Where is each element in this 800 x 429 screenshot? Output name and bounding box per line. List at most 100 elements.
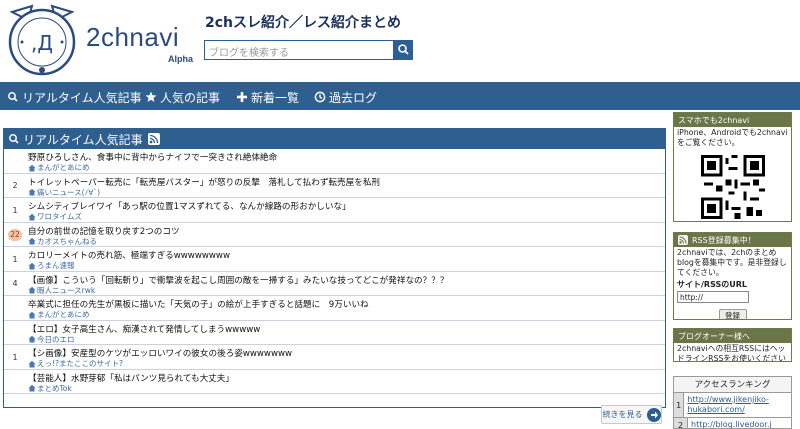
nav-item-label: 人気の記事: [160, 90, 221, 105]
star-icon: [145, 91, 157, 103]
list-item[interactable]: 1 カロリーメイトの売れ筋、極端すぎるwwwwwwww ろまん速報: [4, 247, 665, 272]
article-source[interactable]: えっ!?またここのサイト?: [28, 358, 123, 369]
nav-item-label: 過去ログ: [329, 90, 378, 105]
home-icon: [28, 311, 36, 318]
ranking-row[interactable]: 1 http://www.jikenjiko-hukabori.com/: [674, 393, 791, 418]
rss-url-input[interactable]: http://: [677, 291, 749, 303]
ranking-link[interactable]: http://www.jikenjiko-hukabori.com/: [684, 393, 791, 417]
panel-heading: スマホでも2chnavi: [674, 113, 791, 127]
search-icon: [7, 91, 19, 103]
source-name: まんがとあにめ: [37, 163, 90, 172]
svg-text:,Д: ,Д: [31, 31, 53, 55]
list-item[interactable]: 野原ひろしさん、食事中に背中からナイフで一突きされ絶体絶命 まんがとあにめ: [4, 149, 665, 174]
panel-heading: ブログオーナー様へ: [674, 329, 791, 343]
article-source[interactable]: ろまん速報: [28, 260, 75, 271]
comment-count: [6, 296, 24, 320]
nav-item-new[interactable]: 新着一覧: [236, 89, 299, 105]
site-title: 2chスレ紹介／レス紹介まとめ: [205, 15, 402, 31]
comment-count: [6, 149, 24, 173]
more-button[interactable]: 続きを見る: [601, 405, 662, 424]
article-source[interactable]: まんがとあにめ: [28, 309, 90, 320]
list-item[interactable]: 1 【シ画像】安産型のケツがエッロいワイの彼女の後ろ姿wwwwwww えっ!?ま…: [4, 345, 665, 370]
blog-owner-panel: ブログオーナー様へ 2chnaviへの相互RSSにはヘッドラインRSSをお使いく…: [673, 328, 792, 362]
list-item[interactable]: 2 トイレットペーパー転売に「転売屋バスター」が怒りの反撃 落札して払わず転売屋…: [4, 174, 665, 198]
register-button[interactable]: 登録: [718, 309, 747, 319]
source-name: えっ!?またここのサイト?: [37, 359, 123, 368]
comment-count: [6, 321, 24, 345]
source-name: カオスちゃんねる: [37, 236, 97, 246]
rank-number: 1: [674, 393, 685, 417]
list-item[interactable]: 卒業式に担任の先生が黒板に描いた「天気の子」の絵が上手すぎると話題に 9万いいね…: [4, 296, 665, 321]
article-source[interactable]: 痛いニュース(ﾉ∀`): [28, 187, 100, 198]
home-icon: [28, 237, 36, 245]
rss-registration-panel: RSS登録募集中！ 2chnaviでは、2chのまとめblogを募集中です。是非…: [673, 232, 792, 320]
panel-text: 2chnaviへの相互RSSにはヘッドラインRSSをお使いください: [677, 344, 786, 362]
site-header: ,Д 2chnavi Alpha 2chスレ紹介／レス紹介まとめ ブログを検索す…: [0, 0, 800, 80]
search-icon: [9, 134, 19, 144]
source-name: 今日のエロ: [37, 334, 75, 344]
main-nav: リアルタイム人気記事 人気の記事 新着一覧 過去ログ: [0, 82, 800, 112]
comment-count: [6, 370, 24, 394]
home-icon: [28, 188, 36, 196]
rss-icon: [678, 235, 688, 245]
list-item[interactable]: 【芸能人】水野芽郁「私はパンツ見られても大丈夫」 まとめTok: [4, 370, 665, 394]
article-source[interactable]: 暇人ニュースrwk: [28, 285, 95, 296]
list-item[interactable]: 4 【画像】こういう「回転斬り」で衝撃波を起こし周囲の敵を一掃する」みたいな技っ…: [4, 272, 665, 296]
search-input[interactable]: ブログを検索する: [204, 40, 394, 60]
panel-text: iPhone、Androidでも2chnaviをご覧ください。: [677, 128, 788, 147]
home-icon: [28, 286, 36, 294]
list-item[interactable]: 【エロ】女子高生さん、痴漢されて発情してしまうwwwww 今日のエロ: [4, 321, 665, 345]
rss-url-label: サイト/RSSのURL: [677, 280, 747, 289]
source-name: ワロタイムズ: [37, 212, 82, 221]
search-button[interactable]: [394, 40, 413, 60]
nav-item-label: 新着一覧: [251, 90, 300, 105]
comment-count: 4: [12, 279, 18, 288]
article-source[interactable]: まんがとあにめ: [28, 162, 90, 173]
panel-text: 2chnaviでは、2chのまとめblogを募集中です。是非登録してください。: [677, 248, 787, 277]
ranking-link[interactable]: http://blog.livedoor.j: [688, 418, 775, 428]
panel-heading-text: RSS登録募集中！: [692, 235, 756, 245]
article-source[interactable]: 今日のエロ: [28, 334, 75, 345]
nav-item-popular[interactable]: 人気の記事: [145, 89, 220, 105]
logo-icon[interactable]: ,Д: [4, 2, 80, 78]
nav-item-realtime[interactable]: リアルタイム人気記事: [7, 89, 142, 105]
comment-count: 1: [12, 205, 18, 215]
nav-item-archive[interactable]: 過去ログ: [314, 89, 377, 105]
section-header: リアルタイム人気記事: [4, 129, 665, 149]
plus-icon: [236, 91, 248, 103]
list-item[interactable]: 22 自分の前世の記憶を取り戻す2つのコツ カオスちゃんねる: [4, 223, 665, 247]
clock-icon: [314, 91, 326, 103]
home-icon: [28, 164, 36, 171]
ranking-row[interactable]: 2 http://blog.livedoor.j: [674, 418, 791, 428]
home-icon: [28, 384, 36, 392]
article-source[interactable]: ワロタイムズ: [28, 211, 82, 222]
comment-count: 1: [12, 352, 18, 362]
rss-icon[interactable]: [147, 133, 160, 145]
comment-count: 2: [12, 181, 18, 190]
qr-code-icon[interactable]: [700, 155, 765, 219]
source-name: まんがとあにめ: [37, 310, 90, 319]
list-item[interactable]: 1 シムシティブレイワイ「あっ駅の位置1マスずれてる、なんか線路の形おかしいな」…: [4, 198, 665, 223]
home-icon: [28, 360, 36, 367]
source-name: ろまん速報: [37, 261, 75, 270]
arrow-right-icon: [646, 407, 661, 422]
comment-count: 1: [12, 254, 18, 264]
logo-text[interactable]: 2chnavi: [86, 22, 179, 53]
panel-heading: アクセスランキング: [674, 377, 791, 393]
source-name: 痛いニュース(ﾉ∀`): [37, 187, 101, 197]
hot-count-badge: 22: [8, 228, 22, 241]
nav-item-label: リアルタイム人気記事: [22, 90, 142, 105]
realtime-article-list: リアルタイム人気記事 野原ひろしさん、食事中に背中からナイフで一突きされ絶体絶命…: [3, 128, 666, 408]
article-source[interactable]: まとめTok: [28, 383, 72, 394]
mobile-panel: スマホでも2chnavi iPhone、Androidでも2chnaviをご覧く…: [673, 112, 792, 222]
more-label: 続きを見る: [602, 410, 643, 419]
access-ranking-panel: アクセスランキング 1 http://www.jikenjiko-hukabor…: [673, 376, 792, 429]
article-source[interactable]: カオスちゃんねる: [28, 236, 97, 247]
panel-heading: RSS登録募集中！: [674, 233, 791, 247]
section-title: リアルタイム人気記事: [23, 132, 143, 147]
search-icon: [398, 44, 409, 55]
source-name: まとめTok: [37, 383, 72, 393]
home-icon: [28, 335, 36, 343]
logo-subtitle: Alpha: [168, 54, 194, 64]
home-icon: [28, 262, 36, 269]
